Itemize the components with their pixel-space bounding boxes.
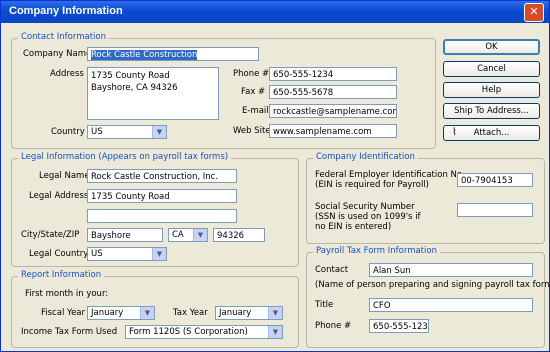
address-label: Address bbox=[50, 69, 84, 79]
ok-button[interactable]: OK bbox=[443, 39, 540, 55]
email-field[interactable]: rockcastle@samplename.com bbox=[269, 104, 397, 118]
fax-field[interactable]: 650-555-5678 bbox=[269, 85, 397, 99]
city-field[interactable]: Bayshore bbox=[87, 228, 163, 242]
title-bar: Company Information ✕ bbox=[1, 1, 549, 23]
legal-address-field[interactable]: 1735 County Road bbox=[87, 189, 237, 203]
legal-information-title: Legal Information (Appears on payroll ta… bbox=[18, 152, 232, 162]
ssn-field[interactable] bbox=[457, 203, 533, 217]
country-label: Country bbox=[51, 127, 85, 137]
chevron-down-icon: ▼ bbox=[268, 307, 282, 319]
fax-label: Fax # bbox=[241, 87, 266, 97]
title-label: Title bbox=[315, 300, 334, 310]
fein-field[interactable]: 00-7904153 bbox=[457, 173, 533, 187]
legal-name-field[interactable]: Rock Castle Construction, Inc. bbox=[87, 169, 237, 183]
tax-year-select[interactable]: January ▼ bbox=[215, 306, 283, 320]
city-state-zip-label: City/State/ZIP bbox=[21, 230, 80, 240]
address-line-1: 1735 County Road bbox=[91, 71, 170, 81]
company-name-field[interactable]: Rock Castle Construction bbox=[87, 47, 259, 61]
tax-year-label: Tax Year bbox=[173, 308, 208, 318]
chevron-down-icon: ▼ bbox=[152, 248, 166, 260]
company-identification-title: Company Identification bbox=[313, 152, 418, 162]
ssn-label: Social Security Number (SSN is used on 1… bbox=[315, 202, 421, 232]
chevron-down-icon: ▼ bbox=[268, 326, 282, 338]
website-label: Web Site bbox=[233, 126, 271, 136]
paperclip-icon: ⌇ bbox=[452, 127, 457, 138]
payroll-tax-form-title: Payroll Tax Form Information bbox=[313, 246, 440, 256]
legal-address-line2-field[interactable] bbox=[87, 209, 237, 223]
fiscal-year-label: Fiscal Year bbox=[41, 308, 86, 318]
chevron-down-icon: ▼ bbox=[140, 307, 154, 319]
zip-field[interactable]: 94326 bbox=[213, 228, 265, 242]
ship-to-address-button[interactable]: Ship To Address... bbox=[443, 103, 540, 119]
attach-button[interactable]: ⌇ Attach... bbox=[443, 125, 540, 141]
contact-information-title: Contact Information bbox=[18, 32, 109, 42]
company-name-label: Company Name bbox=[23, 49, 92, 59]
website-field[interactable]: www.samplename.com bbox=[269, 124, 397, 138]
address-textarea[interactable]: 1735 County Road Bayshore, CA 94326 bbox=[87, 67, 219, 120]
help-button[interactable]: Help bbox=[443, 82, 540, 98]
fiscal-year-select[interactable]: January ▼ bbox=[87, 306, 155, 320]
company-information-dialog: Company Information ✕ Contact Informatio… bbox=[0, 0, 550, 352]
first-month-label: First month in your: bbox=[25, 289, 109, 299]
payroll-title-field[interactable]: CFO bbox=[369, 298, 533, 312]
chevron-down-icon: ▼ bbox=[152, 126, 166, 138]
fein-label: Federal Employer Identification No. (EIN… bbox=[315, 170, 465, 190]
close-button[interactable]: ✕ bbox=[524, 3, 544, 22]
phone-label: Phone # bbox=[233, 69, 270, 79]
payroll-contact-field[interactable]: Alan Sun bbox=[369, 263, 533, 277]
contact-label: Contact bbox=[315, 265, 349, 275]
phone-field[interactable]: 650-555-1234 bbox=[269, 67, 397, 81]
payroll-phone-field[interactable]: 650-555-1234 bbox=[369, 319, 429, 333]
state-select[interactable]: CA ▼ bbox=[168, 228, 208, 242]
chevron-down-icon: ▼ bbox=[193, 229, 207, 241]
email-label: E-mail bbox=[242, 106, 269, 116]
legal-address-label: Legal Address bbox=[29, 191, 89, 201]
legal-country-label: Legal Country bbox=[29, 249, 89, 259]
cancel-button[interactable]: Cancel bbox=[443, 61, 540, 77]
payroll-phone-label: Phone # bbox=[315, 321, 352, 331]
country-select[interactable]: US ▼ bbox=[87, 125, 167, 139]
income-tax-form-select[interactable]: Form 1120S (S Corporation) ▼ bbox=[125, 325, 283, 339]
window-title: Company Information bbox=[9, 5, 123, 17]
contact-note: (Name of person preparing and signing pa… bbox=[315, 280, 550, 290]
legal-name-label: Legal Name bbox=[39, 171, 90, 181]
income-tax-form-label: Income Tax Form Used bbox=[21, 327, 118, 337]
address-line-2: Bayshore, CA 94326 bbox=[91, 83, 178, 93]
report-information-title: Report Information bbox=[18, 270, 105, 280]
legal-country-select[interactable]: US ▼ bbox=[87, 247, 167, 261]
